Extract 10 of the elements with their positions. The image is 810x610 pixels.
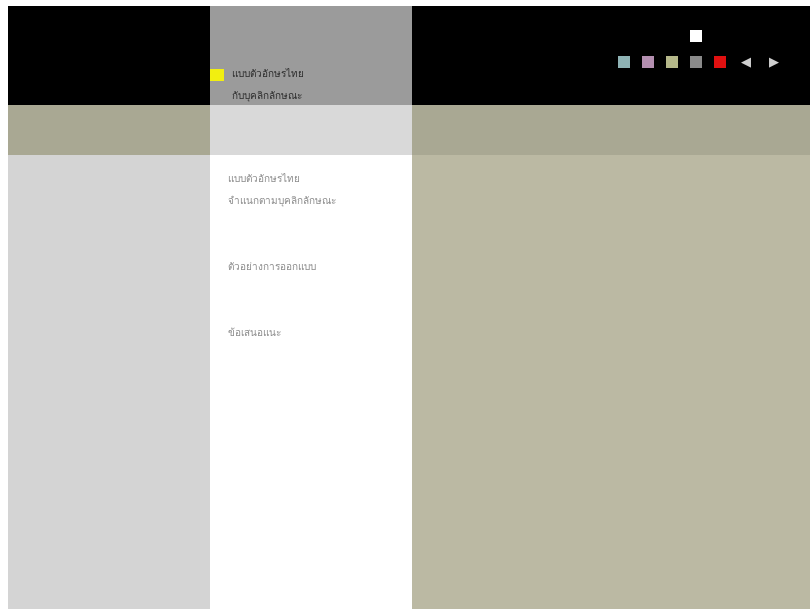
color-swatch[interactable]	[714, 56, 726, 68]
color-swatch[interactable]	[618, 56, 630, 68]
menu-item[interactable]: ข้อเสนอแนะ	[210, 309, 412, 375]
menu-item[interactable]: แบบตัวอักษรไทย จำแนกตามบุคลิกลักษณะ	[210, 155, 412, 243]
menu-item[interactable]: ตัวอย่างการออกแบบ	[210, 243, 412, 309]
next-button[interactable]: ▶	[766, 56, 782, 68]
color-swatch[interactable]	[666, 56, 678, 68]
color-swatch[interactable]	[642, 56, 654, 68]
color-swatch[interactable]	[690, 56, 702, 68]
previous-button[interactable]: ◀	[738, 56, 754, 68]
